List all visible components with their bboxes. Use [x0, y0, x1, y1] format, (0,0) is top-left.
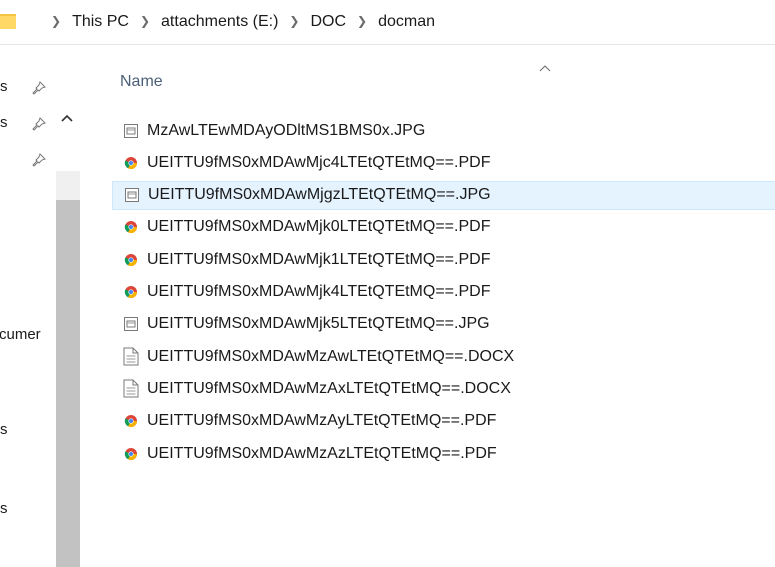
scroll-up-icon[interactable] — [60, 111, 74, 123]
file-row[interactable]: UEITTU9fMS0xMDAwMzAyLTEtQTEtMQ==.PDF — [112, 407, 775, 436]
file-row[interactable]: UEITTU9fMS0xMDAwMjk1LTEtQTEtMQ==.PDF — [112, 245, 775, 274]
chevron-right-icon[interactable]: ❯ — [51, 14, 61, 28]
nav-item[interactable]: s — [0, 421, 8, 438]
pin-icon[interactable] — [32, 153, 46, 167]
nav-item[interactable]: s — [0, 114, 8, 131]
file-name: UEITTU9fMS0xMDAwMjgzLTEtQTEtMQ==.JPG — [148, 186, 491, 204]
file-row[interactable]: UEITTU9fMS0xMDAwMjgzLTEtQTEtMQ==.JPG — [112, 180, 775, 210]
folder-icon — [0, 11, 17, 31]
navigation-pane: s s cumer s s — [0, 45, 80, 567]
pdf-file-icon — [123, 154, 139, 172]
chevron-right-icon[interactable]: ❯ — [289, 14, 299, 28]
sort-ascending-icon[interactable] — [539, 59, 551, 72]
file-name: UEITTU9fMS0xMDAwMjk0LTEtQTEtMQ==.PDF — [147, 218, 491, 236]
image-file-icon — [123, 315, 139, 333]
file-name: MzAwLTEwMDAyODltMS1BMS0x.JPG — [147, 121, 426, 139]
file-name: UEITTU9fMS0xMDAwMzAxLTEtQTEtMQ==.DOCX — [147, 379, 511, 397]
breadcrumb-doc[interactable]: DOC — [310, 13, 346, 31]
file-list: Name MzAwLTEwMDAyODltMS1BMS0x.JPG UEITTU9… — [80, 45, 775, 522]
file-row[interactable]: UEITTU9fMS0xMDAwMjk0LTEtQTEtMQ==.PDF — [112, 213, 775, 242]
file-name: UEITTU9fMS0xMDAwMjc4LTEtQTEtMQ==.PDF — [147, 153, 491, 171]
pdf-file-icon — [123, 412, 139, 430]
pin-icon[interactable] — [32, 117, 46, 131]
file-row[interactable]: UEITTU9fMS0xMDAwMzAxLTEtQTEtMQ==.DOCX — [112, 374, 775, 403]
file-row[interactable]: UEITTU9fMS0xMDAwMjk5LTEtQTEtMQ==.JPG — [112, 310, 775, 339]
breadcrumb-this-pc[interactable]: This PC — [72, 13, 129, 31]
image-file-icon — [123, 122, 139, 140]
file-row[interactable]: UEITTU9fMS0xMDAwMzAwLTEtQTEtMQ==.DOCX — [112, 342, 775, 371]
file-row[interactable]: UEITTU9fMS0xMDAwMjk4LTEtQTEtMQ==.PDF — [112, 278, 775, 307]
nav-item[interactable]: s — [0, 78, 8, 95]
breadcrumb: ❯ This PC ❯ attachments (E:) ❯ DOC ❯ doc… — [40, 0, 435, 44]
name-column-header[interactable]: Name — [120, 73, 163, 91]
breadcrumb-attachments[interactable]: attachments (E:) — [161, 13, 278, 31]
file-name: UEITTU9fMS0xMDAwMjk4LTEtQTEtMQ==.PDF — [147, 283, 491, 300]
document-file-icon — [123, 379, 139, 398]
document-file-icon — [123, 347, 139, 366]
pin-icon[interactable] — [32, 81, 46, 95]
chevron-right-icon[interactable]: ❯ — [357, 14, 367, 28]
file-name: UEITTU9fMS0xMDAwMzAyLTEtQTEtMQ==.PDF — [147, 412, 497, 430]
file-name: UEITTU9fMS0xMDAwMjk5LTEtQTEtMQ==.JPG — [147, 315, 490, 333]
nav-item[interactable]: s — [0, 500, 8, 517]
breadcrumb-docman[interactable]: docman — [378, 13, 435, 31]
file-name: UEITTU9fMS0xMDAwMjk1LTEtQTEtMQ==.PDF — [147, 250, 491, 268]
pdf-file-icon — [123, 218, 139, 236]
file-name: UEITTU9fMS0xMDAwMzAzLTEtQTEtMQ==.PDF — [147, 444, 497, 462]
nav-item[interactable]: cumer — [0, 326, 41, 343]
file-row[interactable]: MzAwLTEwMDAyODltMS1BMS0x.JPG — [112, 116, 775, 145]
pdf-file-icon — [123, 283, 139, 301]
file-row[interactable]: UEITTU9fMS0xMDAwMzAzLTEtQTEtMQ==.PDF — [112, 439, 775, 468]
image-file-icon — [124, 186, 140, 204]
pdf-file-icon — [123, 251, 139, 269]
pdf-file-icon — [123, 445, 139, 463]
chevron-right-icon[interactable]: ❯ — [140, 14, 150, 28]
file-row[interactable]: UEITTU9fMS0xMDAwMjc4LTEtQTEtMQ==.PDF — [112, 148, 775, 177]
file-name: UEITTU9fMS0xMDAwMzAwLTEtQTEtMQ==.DOCX — [147, 347, 515, 365]
nav-scrollbar-thumb[interactable] — [56, 200, 80, 567]
address-bar[interactable]: ❯ This PC ❯ attachments (E:) ❯ DOC ❯ doc… — [0, 0, 775, 45]
